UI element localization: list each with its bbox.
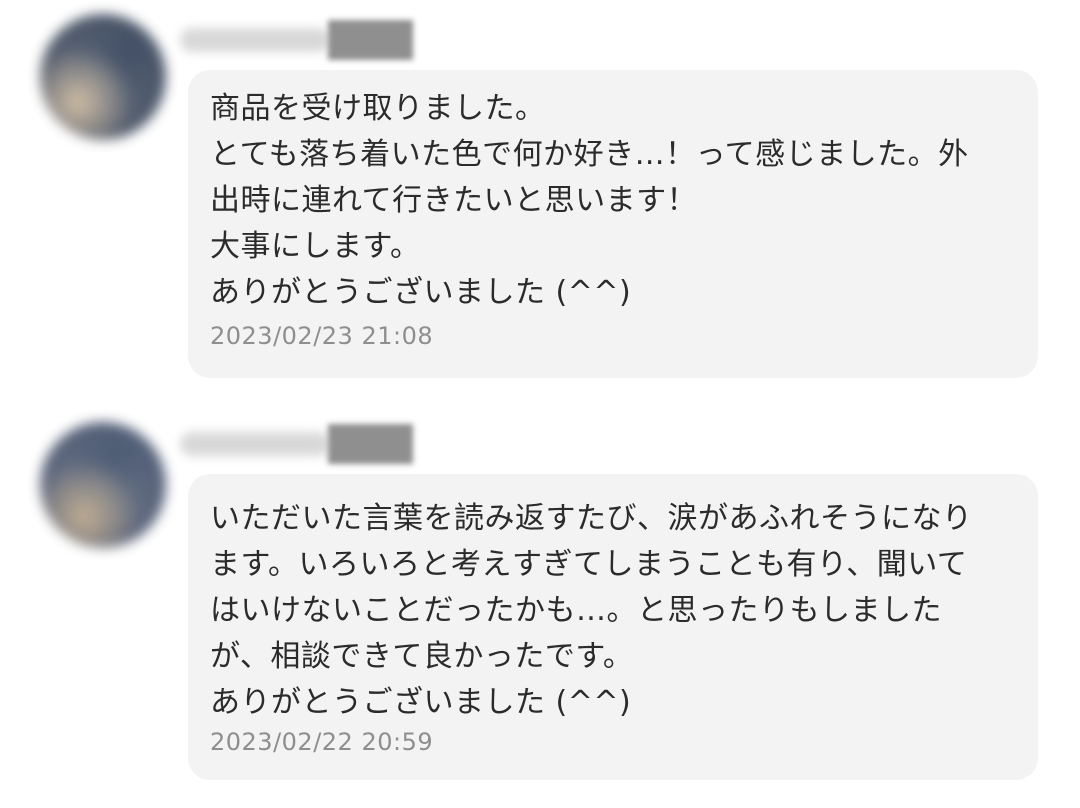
username-redacted (180, 424, 435, 464)
avatar[interactable] (40, 422, 166, 548)
message-text: いただいた言葉を読み返すたび、涙があふれそうになり ます。いろいろと考えすぎてし… (210, 501, 973, 720)
username-redacted (180, 20, 435, 60)
message-thread: 商品を受け取りました。 とても落ち着いた色で何か好き…！って感じました。外 出時… (0, 0, 1080, 808)
username-blur-light (180, 432, 330, 456)
username-blur-light (180, 28, 330, 52)
username-blur-dark (328, 20, 413, 60)
message-timestamp: 2023/02/22 20:59 (210, 728, 434, 756)
message-text: 商品を受け取りました。 とても落ち着いた色で何か好き…！って感じました。外 出時… (210, 91, 969, 310)
username-blur-dark (328, 424, 413, 464)
avatar[interactable] (40, 14, 166, 140)
message-timestamp: 2023/02/23 21:08 (210, 322, 434, 350)
